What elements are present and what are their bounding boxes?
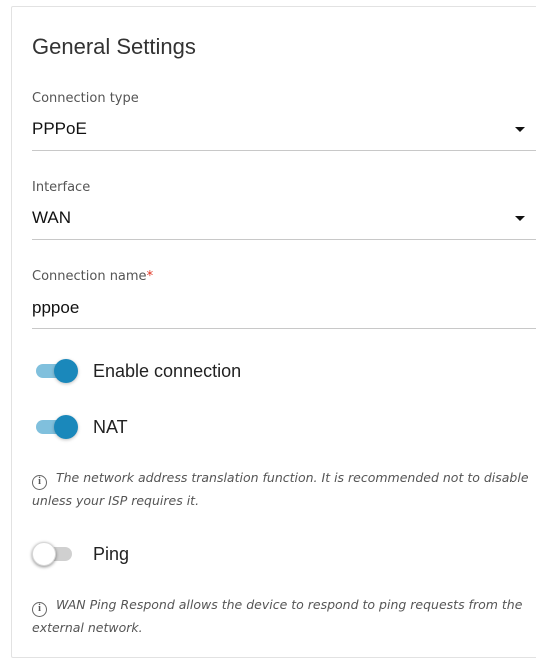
toggle-knob [54,359,78,383]
nat-toggle[interactable] [36,415,80,439]
ping-hint: i WAN Ping Respond allows the device to r… [32,594,532,639]
connection-name-value: pppoe [32,298,80,317]
connection-type-select[interactable] [32,112,536,150]
connection-name-label: Connection name* [32,269,153,284]
required-mark: * [146,269,154,284]
toggle-knob [54,415,78,439]
connection-type-label: Connection type [32,91,139,106]
nat-hint-text: The network address translation function… [32,470,529,508]
enable-connection-label: Enable connection [93,361,242,381]
interface-select[interactable] [32,201,536,239]
ping-label: Ping [93,544,130,564]
connection-name-underline [32,328,536,329]
interface-value: WAN [32,208,72,227]
section-title: General Settings [32,34,196,59]
chevron-down-icon[interactable] [515,127,525,132]
nat-label: NAT [93,417,128,437]
enable-connection-toggle[interactable] [36,359,80,383]
connection-type-underline [32,150,536,151]
ping-hint-text: WAN Ping Respond allows the device to re… [32,597,523,635]
chevron-down-icon[interactable] [515,216,525,221]
interface-label: Interface [32,180,91,195]
info-icon: i [32,475,47,490]
connection-name-input[interactable] [32,290,536,328]
nat-hint: i The network address translation functio… [32,467,532,512]
info-icon: i [32,602,47,617]
toggle-knob [32,542,56,566]
interface-underline [32,239,536,240]
connection-type-value: PPPoE [32,119,87,138]
ping-toggle[interactable] [32,542,80,566]
connection-name-label-text: Connection name [32,269,147,284]
